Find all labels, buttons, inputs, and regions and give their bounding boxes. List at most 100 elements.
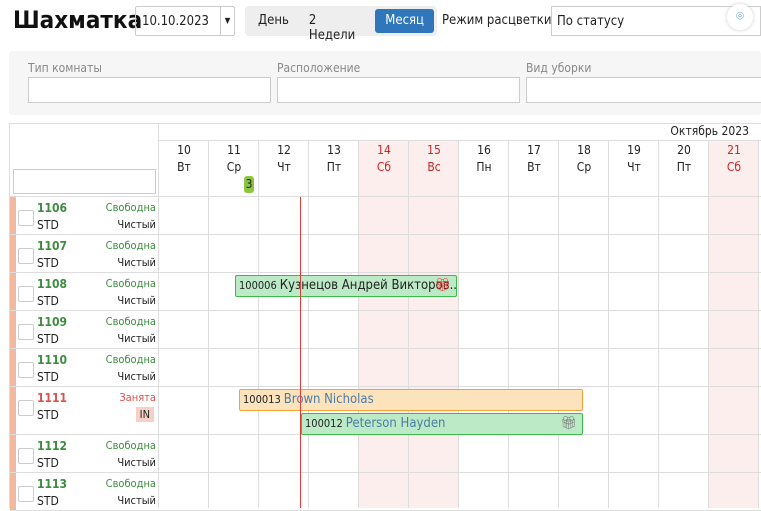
date-picker[interactable]: 10.10.2023 ▼ [135, 6, 235, 36]
room-checkbox[interactable] [18, 210, 34, 226]
room-checkbox[interactable] [18, 362, 34, 378]
weekday: Вт [527, 160, 541, 174]
room-type: STD [37, 218, 59, 232]
day-number: 19 [627, 143, 641, 157]
room-status-bar [10, 273, 16, 310]
room-number[interactable]: 1112 [37, 439, 67, 453]
booking-100013[interactable]: 100013 Brown Nicholas [239, 389, 583, 411]
day-number: 18 [577, 143, 591, 157]
day-header[interactable]: 17 Вт [509, 141, 559, 176]
weekday: Пн [476, 160, 492, 174]
room-row-1111: 1111 STD Занята IN [10, 387, 159, 434]
room-status-bar [10, 387, 16, 434]
weekday: Ср [576, 160, 592, 174]
day-header[interactable]: 21 Сб [709, 141, 759, 176]
room-type: STD [37, 332, 59, 346]
count-badge: 3 [243, 176, 255, 193]
day-number: 21 [727, 143, 741, 157]
day-header[interactable]: 11 Ср 3 [209, 141, 259, 193]
weekday: Пт [326, 160, 342, 174]
date-value: 10.10.2023 [142, 14, 209, 29]
day-header[interactable]: 14 Сб [359, 141, 409, 176]
cleaning-type-input[interactable] [526, 77, 761, 103]
room-status: Свободна [105, 439, 156, 452]
day-number: 17 [527, 143, 541, 157]
room-status-bar [10, 435, 16, 472]
weekday: Ср [226, 160, 242, 174]
room-type-input[interactable] [28, 77, 271, 103]
booking-id: 100013 [243, 393, 281, 406]
booking-100012[interactable]: 100012 Peterson Hayden 🎁︎ [301, 413, 583, 435]
location-input[interactable] [277, 77, 520, 103]
room-status-bar [10, 349, 16, 386]
room-row-1113: 1113 STD Свободна Чистый [10, 473, 159, 510]
room-type: STD [37, 408, 59, 422]
room-checkbox[interactable] [18, 248, 34, 264]
room-checkbox[interactable] [18, 486, 34, 502]
room-row-1108: 1108 STD Свободна Чистый [10, 273, 159, 310]
room-status: Свободна [105, 477, 156, 490]
weekday: Вс [427, 160, 441, 174]
room-checkbox[interactable] [18, 400, 34, 416]
room-status: Свободна [105, 201, 156, 214]
location-label: Расположение [277, 61, 361, 75]
day-number: 20 [677, 143, 691, 157]
room-type: STD [37, 494, 59, 508]
day-number: 13 [327, 143, 341, 157]
room-row-1112: 1112 STD Свободна Чистый [10, 435, 159, 472]
day-header[interactable]: 15 Вс [409, 141, 459, 176]
color-mode-label: Режим расцветки [442, 13, 552, 28]
guest-name: Brown Nicholas [283, 392, 374, 407]
day-number: 10 [177, 143, 191, 157]
today-line [300, 197, 301, 508]
room-number[interactable]: 1109 [37, 315, 67, 329]
day-number: 12 [277, 143, 291, 157]
room-status-bar [10, 473, 16, 510]
view-month-button[interactable]: Месяц [375, 9, 434, 33]
view-2weeks-button[interactable]: 2 Недели [299, 9, 375, 43]
view-switcher: День 2 Недели Месяц [245, 6, 437, 43]
day-number: 15 [427, 143, 441, 157]
day-header[interactable]: 13 Пт [309, 141, 359, 176]
room-clean-status: Чистый [117, 494, 156, 507]
room-row-1110: 1110 STD Свободна Чистый [10, 349, 159, 386]
room-status-bar [10, 235, 16, 272]
room-status: Занята [119, 391, 156, 404]
room-type: STD [37, 294, 59, 308]
day-header[interactable]: 18 Ср [559, 141, 609, 176]
room-number[interactable]: 1107 [37, 239, 67, 253]
room-type-label: Тип комнаты [28, 61, 102, 75]
room-checkbox[interactable] [18, 324, 34, 340]
day-header[interactable]: 19 Чт [609, 141, 659, 176]
scan-icon[interactable]: ⌾ [727, 4, 753, 30]
room-status: Свободна [105, 315, 156, 328]
room-checkbox[interactable] [18, 286, 34, 302]
room-number[interactable]: 1110 [37, 353, 67, 367]
room-row-1109: 1109 STD Свободна Чистый [10, 311, 159, 348]
month-label: Октябрь 2023 [670, 124, 749, 138]
room-number[interactable]: 1113 [37, 477, 67, 491]
weekday: Чт [627, 160, 641, 174]
room-checkbox[interactable] [18, 448, 34, 464]
room-row-1107: 1107 STD Свободна Чистый [10, 235, 159, 272]
weekday: Чт [277, 160, 291, 174]
day-number: 14 [377, 143, 391, 157]
chevron-down-icon[interactable]: ▼ [220, 7, 234, 35]
room-clean-status: IN [135, 407, 154, 422]
room-search-input[interactable] [13, 169, 156, 194]
room-grid: 10 Вт 11 Ср 3 12 Чт 13 Пт 14 Сб 15 Вс 16 Пн 17 Вт 18 Ср 19 Ч… [9, 123, 761, 511]
booking-100006[interactable]: 100006 Кузнецов Андрей Викторов... 🎁︎ [235, 275, 457, 297]
room-clean-status: Чистый [117, 218, 156, 231]
room-number[interactable]: 1111 [37, 391, 67, 405]
room-number[interactable]: 1106 [37, 201, 67, 215]
day-header[interactable]: 12 Чт [259, 141, 309, 176]
day-header[interactable]: 16 Пн [459, 141, 509, 176]
room-clean-status: Чистый [117, 256, 156, 269]
room-number[interactable]: 1108 [37, 277, 67, 291]
page-title: Шахматка [13, 6, 143, 34]
day-header[interactable]: 10 Вт [159, 141, 209, 176]
room-type: STD [37, 256, 59, 270]
room-clean-status: Чистый [117, 370, 156, 383]
day-header[interactable]: 20 Пт [659, 141, 709, 176]
view-day-button[interactable]: День [248, 9, 299, 33]
